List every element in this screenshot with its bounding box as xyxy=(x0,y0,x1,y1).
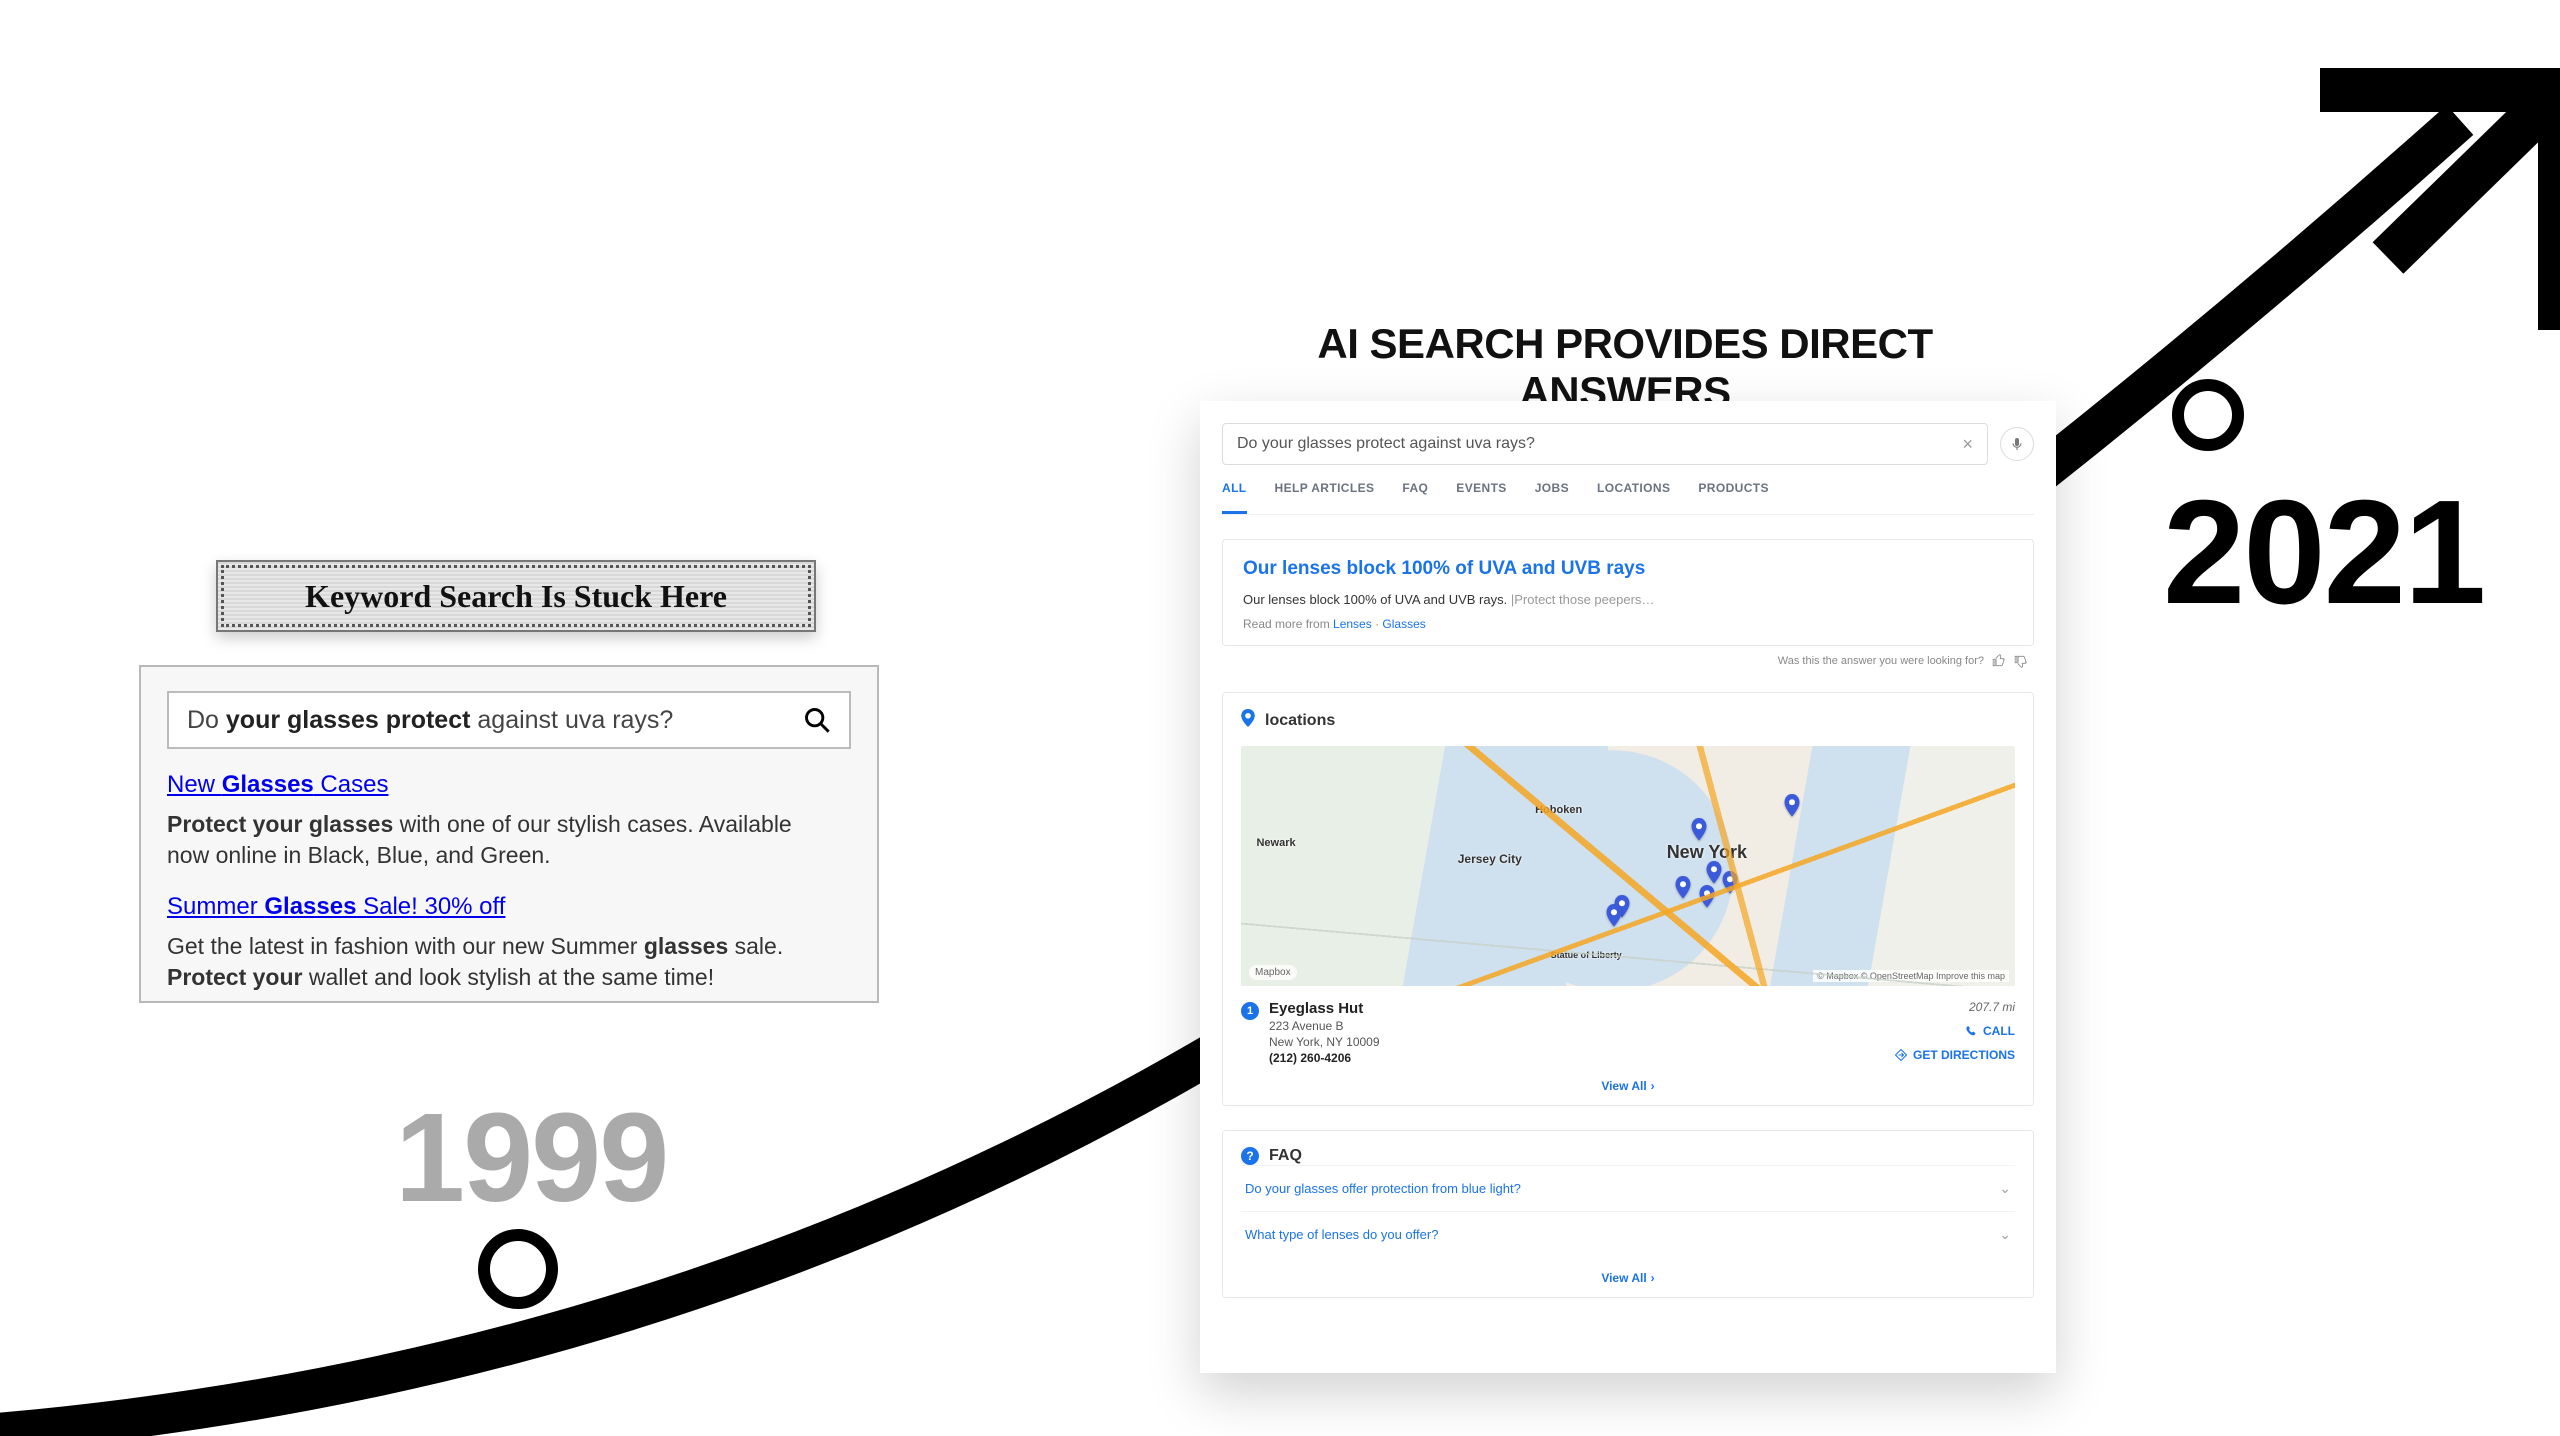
old-search-card: Do your glasses protect against uva rays… xyxy=(139,665,879,1003)
faq-title: FAQ xyxy=(1269,1147,1302,1165)
map-label: New York xyxy=(1667,842,1747,863)
tab-events[interactable]: EVENTS xyxy=(1456,481,1506,514)
answer-title[interactable]: Our lenses block 100% of UVA and UVB ray… xyxy=(1243,558,2013,580)
modern-search-panel: Do your glasses protect against uva rays… xyxy=(1200,401,2056,1373)
map-brand: Mapbox xyxy=(1249,965,1297,980)
old-result-1-desc: Protect your glasses with one of our sty… xyxy=(167,809,807,871)
modern-tabs: ALL HELP ARTICLES FAQ EVENTS JOBS LOCATI… xyxy=(1222,481,2034,515)
location-distance: 207.7 mi xyxy=(1895,1000,2015,1014)
thumbs-down-icon[interactable] xyxy=(2014,654,2028,668)
answer-feedback: Was this the answer you were looking for… xyxy=(1222,654,2034,668)
map-pin-icon[interactable] xyxy=(1674,876,1692,894)
map-label: Statue of Liberty xyxy=(1551,950,1622,960)
answer-subtitle: Our lenses block 100% of UVA and UVB ray… xyxy=(1243,592,2013,607)
locations-card: locations Mapbox © Mapbox © OpenStreetMa… xyxy=(1222,692,2034,1106)
old-search-query: Do your glasses protect against uva rays… xyxy=(187,706,673,735)
clear-icon[interactable]: × xyxy=(1962,434,1973,455)
chevron-down-icon: ⌄ xyxy=(1999,1180,2011,1197)
old-result-2-link[interactable]: Summer Glasses Sale! 30% off xyxy=(167,893,505,920)
tab-all[interactable]: ALL xyxy=(1222,481,1247,514)
locations-title: locations xyxy=(1265,712,1335,730)
location-addr2: New York, NY 10009 xyxy=(1269,1035,1380,1049)
map-pin-icon[interactable] xyxy=(1783,794,1801,812)
old-search-box[interactable]: Do your glasses protect against uva rays… xyxy=(167,691,851,749)
tab-products[interactable]: PRODUCTS xyxy=(1698,481,1769,514)
thumbs-up-icon[interactable] xyxy=(1992,654,2006,668)
faq-item-2[interactable]: What type of lenses do you offer? ⌄ xyxy=(1241,1211,2015,1257)
old-search-banner: Keyword Search Is Stuck Here xyxy=(216,560,816,632)
direct-answer-card: Our lenses block 100% of UVA and UVB ray… xyxy=(1222,539,2034,646)
question-icon: ? xyxy=(1241,1147,1259,1165)
map-pin-icon[interactable] xyxy=(1705,861,1723,879)
old-result-2: Summer Glasses Sale! 30% off Get the lat… xyxy=(167,893,851,993)
map-label: Hoboken xyxy=(1535,804,1582,816)
year-1999-label: 1999 xyxy=(395,1085,667,1230)
old-result-2-desc: Get the latest in fashion with our new S… xyxy=(167,931,807,993)
answer-link-lenses[interactable]: Lenses xyxy=(1333,617,1372,631)
location-badge: 1 xyxy=(1241,1002,1259,1020)
map-label: Newark xyxy=(1256,837,1295,849)
map-pin-icon[interactable] xyxy=(1721,871,1739,889)
map-pin-icon[interactable] xyxy=(1698,885,1716,903)
locations-map[interactable]: Mapbox © Mapbox © OpenStreetMap Improve … xyxy=(1241,746,2015,986)
call-button[interactable]: CALL xyxy=(1895,1024,2015,1038)
answer-readmore: Read more from Lenses · Glasses xyxy=(1243,617,2013,631)
map-pin-icon[interactable] xyxy=(1605,904,1623,922)
answer-link-glasses[interactable]: Glasses xyxy=(1382,617,1425,631)
old-result-1-link[interactable]: New Glasses Cases xyxy=(167,771,388,798)
tab-locations[interactable]: LOCATIONS xyxy=(1597,481,1670,514)
pin-icon xyxy=(1241,709,1255,732)
tab-jobs[interactable]: JOBS xyxy=(1535,481,1569,514)
location-name[interactable]: Eyeglass Hut xyxy=(1269,1000,1380,1017)
map-pin-icon[interactable] xyxy=(1690,818,1708,836)
location-addr1: 223 Avenue B xyxy=(1269,1019,1380,1033)
faq-view-all[interactable]: View All› xyxy=(1241,1271,2015,1285)
faq-card: ? FAQ Do your glasses offer protection f… xyxy=(1222,1130,2034,1298)
search-icon[interactable] xyxy=(803,706,831,734)
faq-item-1[interactable]: Do your glasses offer protection from bl… xyxy=(1241,1165,2015,1211)
chevron-down-icon: ⌄ xyxy=(1999,1226,2011,1243)
modern-search-query: Do your glasses protect against uva rays… xyxy=(1237,435,1535,453)
old-result-1: New Glasses Cases Protect your glasses w… xyxy=(167,771,851,871)
tab-help-articles[interactable]: HELP ARTICLES xyxy=(1275,481,1375,514)
map-label: Jersey City xyxy=(1458,852,1522,866)
map-attribution: © Mapbox © OpenStreetMap Improve this ma… xyxy=(1813,970,2009,982)
tab-faq[interactable]: FAQ xyxy=(1402,481,1428,514)
location-phone[interactable]: (212) 260-4206 xyxy=(1269,1051,1380,1065)
map-pin-icon[interactable] xyxy=(1613,895,1631,913)
locations-view-all[interactable]: View All› xyxy=(1241,1079,2015,1093)
voice-search-icon[interactable] xyxy=(2000,427,2034,461)
modern-search-box[interactable]: Do your glasses protect against uva rays… xyxy=(1222,423,1988,465)
directions-button[interactable]: GET DIRECTIONS xyxy=(1895,1048,2015,1062)
year-2021-label: 2021 xyxy=(2163,468,2484,638)
